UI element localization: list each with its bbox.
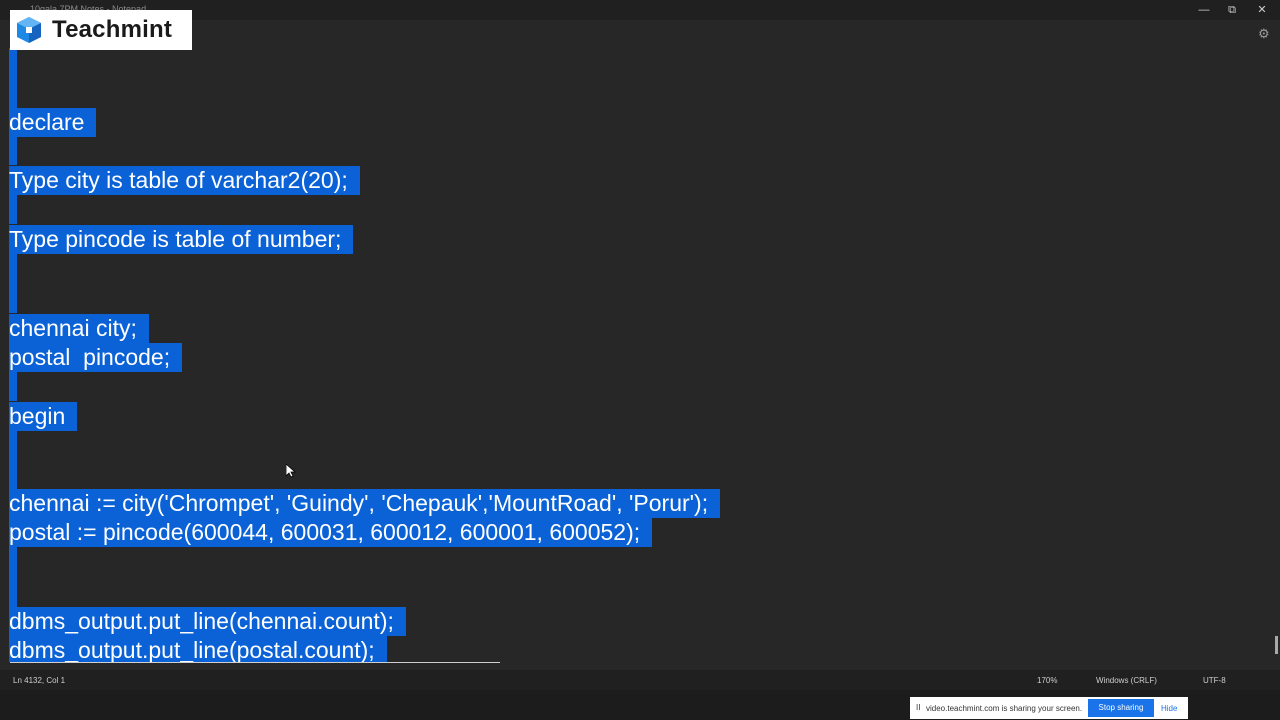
selection-empty-line — [9, 135, 17, 165]
selection-empty-line — [9, 253, 17, 313]
maximize-button[interactable]: ⧉ — [1217, 2, 1247, 18]
screen-share-bar: II video.teachmint.com is sharing your s… — [910, 697, 1188, 719]
settings-gear-icon[interactable]: ⚙ — [1258, 27, 1272, 41]
selection-empty-line — [9, 48, 17, 108]
selection-empty-line — [9, 371, 17, 401]
code-line: chennai := city('Chrompet', 'Guindy', 'C… — [9, 489, 721, 518]
code-line: Type city is table of varchar2(20); — [9, 166, 360, 195]
minimize-button[interactable]: — — [1189, 2, 1219, 18]
code-line: begin — [9, 402, 78, 431]
close-button[interactable]: ✕ — [1247, 2, 1277, 18]
mouse-pointer-icon — [286, 464, 296, 478]
teachmint-cube-icon — [17, 17, 41, 43]
selection-empty-line — [9, 430, 17, 490]
logo-text: Teachmint — [52, 16, 173, 43]
title-bar: 10gala 7PM Notes - Notepad — ⧉ ✕ — [0, 0, 1280, 20]
line-ending: Windows (CRLF) — [1096, 676, 1157, 685]
cursor-position: Ln 4132, Col 1 — [13, 676, 66, 685]
code-line: chennai city; — [9, 314, 149, 343]
status-bar: Ln 4132, Col 1 170% Windows (CRLF) UTF-8 — [0, 670, 1280, 690]
stop-sharing-button[interactable]: Stop sharing — [1088, 699, 1154, 717]
text-editor[interactable]: declare Type city is table of varchar2(2… — [0, 48, 1272, 662]
code-line: declare — [9, 108, 97, 137]
code-line: dbms_output.put_line(postal.count); — [9, 636, 387, 662]
encoding: UTF-8 — [1203, 676, 1226, 685]
zoom-level: 170% — [1037, 676, 1058, 685]
code-line: postal pincode; — [9, 343, 183, 372]
pause-icon: II — [916, 703, 921, 712]
horizontal-scrollbar[interactable] — [10, 662, 500, 663]
teachmint-logo: Teachmint — [10, 10, 192, 50]
hide-button[interactable]: Hide — [1161, 704, 1177, 713]
selection-empty-line — [9, 547, 17, 607]
selection-empty-line — [9, 194, 17, 224]
vertical-scrollbar[interactable] — [1274, 48, 1280, 662]
scrollbar-thumb[interactable] — [1275, 636, 1278, 654]
code-line: dbms_output.put_line(chennai.count); — [9, 607, 406, 636]
code-line: Type pincode is table of number; — [9, 225, 354, 254]
code-line: postal := pincode(600044, 600031, 600012… — [9, 518, 653, 547]
share-message: video.teachmint.com is sharing your scre… — [926, 704, 1083, 713]
